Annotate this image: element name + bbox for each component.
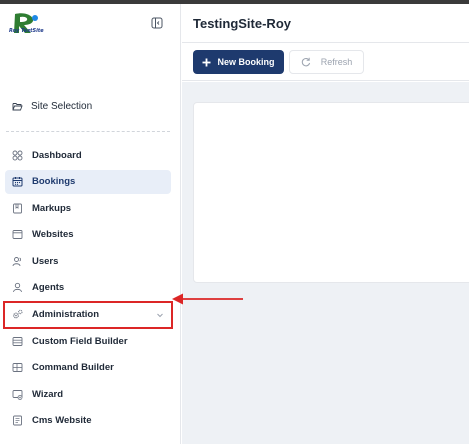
sidebar-item-cms-website[interactable]: Cms Website: [5, 409, 171, 433]
sidebar-item-dashboard[interactable]: Dashboard: [5, 143, 171, 167]
sidebar-collapse-icon[interactable]: [151, 17, 163, 29]
gears-icon: [13, 309, 23, 319]
bookmark-icon: [13, 203, 22, 214]
annotation-arrow: [172, 293, 243, 305]
brand-logo-text: Roy TestSite: [9, 28, 44, 34]
sidebar-item-bookings[interactable]: Bookings: [5, 169, 171, 194]
new-booking-button[interactable]: New Booking: [193, 50, 284, 74]
agent-icon: [13, 283, 22, 293]
sidebar-item-label: Bookings: [32, 176, 76, 188]
sidebar-item-label: Command Builder: [32, 362, 114, 374]
user-icon: [12, 256, 22, 266]
browser-icon: [12, 230, 23, 240]
sidebar-item-custom-field-builder[interactable]: Custom Field Builder: [5, 329, 171, 353]
site-selection-label: Site Selection: [31, 100, 93, 112]
sidebar-item-label: Custom Field Builder: [32, 335, 128, 347]
sidebar-item-administration[interactable]: Administration: [3, 300, 173, 329]
sidebar-item-command-builder[interactable]: Command Builder: [5, 356, 171, 380]
sidebar-item-label: Markups: [32, 202, 72, 214]
grid-icon: [12, 150, 23, 160]
brand-logo[interactable]: [9, 12, 43, 38]
wizard-icon: [12, 389, 23, 400]
sidebar-item-label: Websites: [32, 229, 74, 241]
layout-icon: [12, 363, 23, 373]
sidebar-item-label: Administration: [32, 309, 100, 321]
sidebar-item-agents[interactable]: Agents: [5, 276, 171, 300]
folder-open-icon: [12, 102, 23, 110]
sidebar-item-label: Dashboard: [32, 149, 82, 161]
page-title: TestingSite-Roy: [193, 16, 291, 31]
sidebar-nav: Dashboard Bookings Markups Websites User…: [3, 143, 173, 436]
refresh-icon: [301, 57, 310, 67]
sidebar-item-users[interactable]: Users: [5, 249, 171, 273]
sidebar-divider: [6, 131, 170, 132]
main-content: [182, 82, 469, 444]
sidebar-item-websites[interactable]: Websites: [5, 223, 171, 247]
sidebar-item-label: Wizard: [32, 388, 64, 400]
sidebar-item-label: Users: [32, 255, 59, 267]
chevron-down-icon[interactable]: [156, 311, 164, 319]
sidebar-item-label: Cms Website: [32, 415, 92, 427]
sidebar-item-wizard[interactable]: Wizard: [5, 382, 171, 406]
form-icon: [12, 336, 23, 346]
sidebar-item-markups[interactable]: Markups: [5, 196, 171, 220]
sidebar: Roy TestSite Site Selection Dashboard Bo…: [0, 4, 181, 444]
plus-icon: [202, 58, 211, 66]
sidebar-item-label: Agents: [32, 282, 65, 294]
site-selection[interactable]: Site Selection: [12, 96, 92, 116]
page-header: TestingSite-Roy: [182, 4, 469, 43]
refresh-label: Refresh: [320, 57, 353, 67]
refresh-button[interactable]: Refresh: [289, 50, 364, 74]
document-icon: [13, 415, 22, 426]
calendar-icon: [12, 177, 23, 187]
new-booking-label: New Booking: [217, 57, 275, 67]
bookings-panel: [193, 102, 469, 283]
toolbar: New Booking Refresh: [182, 43, 469, 81]
